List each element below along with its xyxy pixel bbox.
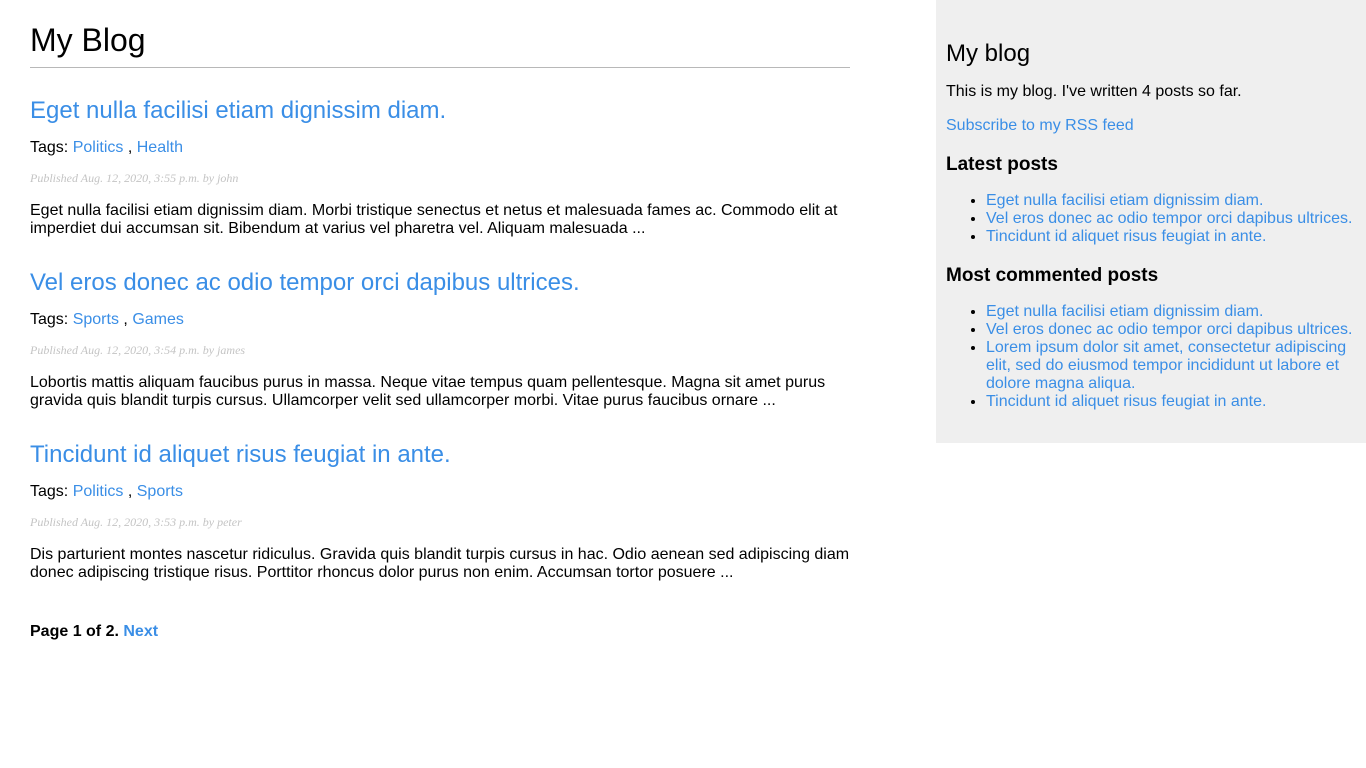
list-item: Tincidunt id aliquet risus feugiat in an… (986, 393, 1356, 411)
post-title-link[interactable]: Eget nulla facilisi etiam dignissim diam… (30, 97, 446, 124)
tag-link[interactable]: Games (132, 311, 184, 328)
post-title: Vel eros donec ac odio tempor orci dapib… (30, 269, 850, 297)
latest-post-link[interactable]: Vel eros donec ac odio tempor orci dapib… (986, 210, 1352, 227)
list-item: Eget nulla facilisi etiam dignissim diam… (986, 303, 1356, 321)
most-commented-link[interactable]: Tincidunt id aliquet risus feugiat in an… (986, 393, 1266, 410)
tag-separator: , (127, 483, 133, 500)
next-page-link[interactable]: Next (123, 623, 158, 640)
post-excerpt: Eget nulla facilisi etiam dignissim diam… (30, 202, 838, 237)
most-commented-link[interactable]: Eget nulla facilisi etiam dignissim diam… (986, 303, 1263, 320)
list-item: Lorem ipsum dolor sit amet, consectetur … (986, 339, 1356, 393)
rss-feed-link[interactable]: Subscribe to my RSS feed (946, 117, 1356, 135)
sidebar-description: This is my blog. I've written 4 posts so… (946, 83, 1242, 100)
post-tags: Tags: Politics , Sports (30, 482, 850, 502)
tags-label: Tags: (30, 483, 69, 500)
post-published: Published Aug. 12, 2020, 3:55 p.m. by jo… (30, 171, 239, 185)
pagination-status: Page 1 of 2. (30, 623, 119, 640)
list-item: Vel eros donec ac odio tempor orci dapib… (986, 321, 1356, 339)
latest-posts-heading: Latest posts (946, 154, 1058, 175)
post-tags: Tags: Sports , Games (30, 310, 850, 330)
post-title: Eget nulla facilisi etiam dignissim diam… (30, 97, 850, 125)
post-excerpt: Dis parturient montes nascetur ridiculus… (30, 546, 850, 581)
post-item: Tincidunt id aliquet risus feugiat in an… (30, 441, 850, 582)
latest-post-link[interactable]: Tincidunt id aliquet risus feugiat in an… (986, 228, 1266, 245)
tag-link[interactable]: Politics (73, 483, 124, 500)
post-title-link[interactable]: Vel eros donec ac odio tempor orci dapib… (30, 269, 580, 296)
sidebar-title: My blog (946, 40, 1031, 67)
post-published: Published Aug. 12, 2020, 3:53 p.m. by pe… (30, 515, 242, 529)
post-published: Published Aug. 12, 2020, 3:54 p.m. by ja… (30, 343, 246, 357)
list-item: Vel eros donec ac odio tempor orci dapib… (986, 210, 1356, 228)
post-title-link[interactable]: Tincidunt id aliquet risus feugiat in an… (30, 441, 451, 468)
latest-posts-list: Eget nulla facilisi etiam dignissim diam… (946, 192, 1356, 246)
post-tags: Tags: Politics , Health (30, 138, 850, 158)
most-commented-link[interactable]: Lorem ipsum dolor sit amet, consectetur … (986, 339, 1346, 392)
list-item: Eget nulla facilisi etiam dignissim diam… (986, 192, 1356, 210)
tags-label: Tags: (30, 139, 69, 156)
post-title: Tincidunt id aliquet risus feugiat in an… (30, 441, 850, 469)
tags-label: Tags: (30, 311, 69, 328)
list-item: Tincidunt id aliquet risus feugiat in an… (986, 228, 1356, 246)
tag-link[interactable]: Sports (137, 483, 183, 500)
tag-link[interactable]: Health (137, 139, 183, 156)
post-item: Eget nulla facilisi etiam dignissim diam… (30, 97, 850, 238)
latest-post-link[interactable]: Eget nulla facilisi etiam dignissim diam… (986, 192, 1263, 209)
main-content: My Blog Eget nulla facilisi etiam dignis… (30, 0, 850, 641)
tag-separator: , (127, 139, 133, 156)
tag-link[interactable]: Sports (73, 311, 119, 328)
pagination: Page 1 of 2. Next (30, 623, 850, 641)
post-item: Vel eros donec ac odio tempor orci dapib… (30, 269, 850, 410)
tag-separator: , (123, 311, 128, 328)
most-commented-heading: Most commented posts (946, 265, 1159, 286)
sidebar: My blog This is my blog. I've written 4 … (936, 0, 1366, 443)
most-commented-list: Eget nulla facilisi etiam dignissim diam… (946, 303, 1356, 411)
most-commented-link[interactable]: Vel eros donec ac odio tempor orci dapib… (986, 321, 1352, 338)
post-excerpt: Lobortis mattis aliquam faucibus purus i… (30, 374, 826, 409)
tag-link[interactable]: Politics (73, 139, 124, 156)
site-title: My Blog (30, 0, 850, 68)
post-list: Eget nulla facilisi etiam dignissim diam… (30, 97, 850, 582)
